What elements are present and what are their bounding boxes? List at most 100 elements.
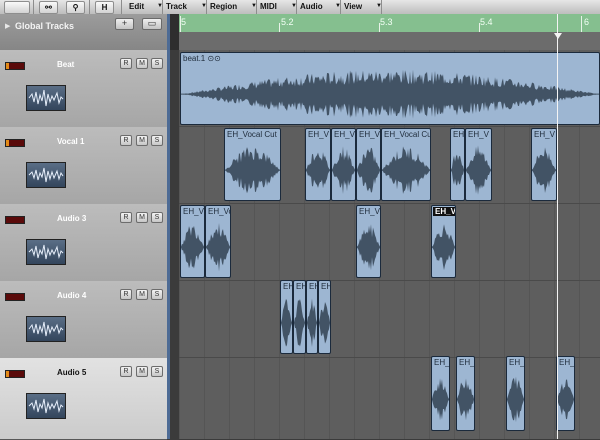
track-name[interactable]: Beat [57, 60, 74, 69]
audio-region[interactable]: EH [280, 280, 293, 354]
region-waveform [532, 147, 556, 194]
view-menu-label: View [344, 2, 363, 11]
region-title: EH_ [559, 358, 575, 367]
track-name[interactable]: Vocal 1 [57, 137, 84, 146]
solo-button[interactable]: S [151, 135, 163, 146]
solo-button[interactable]: S [151, 58, 163, 69]
region-waveform [382, 146, 430, 194]
region-waveform [451, 154, 464, 186]
waveform-icon [26, 393, 66, 419]
audio-region[interactable]: EH_ [431, 356, 450, 431]
view-menu[interactable]: View ▼ [341, 1, 384, 12]
running-man-icon[interactable]: ⚲ [66, 1, 85, 14]
region-title: EH_V [334, 130, 355, 139]
region-menu-label: Region [210, 2, 238, 11]
audio-region[interactable]: EH_V [465, 128, 492, 201]
audio-region[interactable]: EH_Vo [205, 205, 231, 278]
level-meter [5, 370, 25, 378]
level-meter [5, 293, 25, 301]
ruler-bar-label: 5.4 [480, 17, 493, 27]
mute-button[interactable]: M [136, 58, 148, 69]
record-enable-button[interactable]: R [120, 135, 132, 146]
audio-region[interactable]: EH_V [356, 205, 381, 278]
add-folder-button[interactable]: ▭ [142, 18, 162, 30]
waveform-icon [26, 316, 66, 342]
arrange-area[interactable]: beat.1 ⊙⊙ EH_Vocal Cut EH_V EH_V EH_V EH… [179, 50, 600, 439]
playhead-handle-icon[interactable] [554, 33, 562, 39]
arrange-toolbar: ⚯ ⚲ H Edit ▼ Track ▼ Region ▼ MIDI ▼ Audio ▼ … [0, 0, 600, 15]
region-waveform [306, 152, 330, 189]
track-name[interactable]: Audio 5 [57, 368, 86, 377]
mute-button[interactable]: M [136, 212, 148, 223]
region-waveform [319, 301, 330, 344]
midi-menu-label: MIDI [260, 2, 277, 11]
ruler-bar-label: 6 [584, 17, 590, 27]
region-title: EH_V [308, 130, 329, 139]
audio-region[interactable]: EH_V [356, 128, 381, 201]
audio-region[interactable]: EH_ [556, 356, 575, 431]
link-icon[interactable]: ⚯ [39, 1, 58, 14]
audio-menu-label: Audio [300, 2, 323, 11]
audio-region[interactable]: EH_V [180, 205, 205, 278]
record-enable-button[interactable]: R [120, 366, 132, 377]
audio-region[interactable]: EH_V [531, 128, 557, 201]
track-header-audio-3[interactable]: Audio 3 R M S [0, 204, 167, 282]
solo-button[interactable]: S [151, 289, 163, 300]
midi-menu[interactable]: MIDI ▼ [257, 1, 299, 12]
track-name[interactable]: Audio 4 [57, 291, 86, 300]
ruler-bar-label: 5.2 [281, 17, 294, 27]
region-title: EH_V [183, 207, 204, 216]
region-title: EH_ [509, 358, 525, 367]
audio-region[interactable]: EH_ [506, 356, 525, 431]
audio-region[interactable]: EH [318, 280, 331, 354]
audio-region[interactable]: EH [450, 128, 465, 201]
toolbar-left-button[interactable] [4, 1, 30, 14]
track-name[interactable]: Audio 3 [57, 214, 86, 223]
audio-region[interactable]: EH [293, 280, 306, 354]
mute-button[interactable]: M [136, 366, 148, 377]
global-tracks-label[interactable]: Global Tracks [15, 21, 74, 31]
region-title: EH_ [459, 358, 475, 367]
edit-menu[interactable]: Edit ▼ [126, 1, 165, 12]
ruler-bar-label: 5.3 [380, 17, 393, 27]
track-header-beat[interactable]: Beat R M S [0, 50, 167, 128]
track-menu[interactable]: Track ▼ [163, 1, 209, 12]
waveform-icon [26, 239, 66, 265]
region-title: EH_Vo [208, 207, 231, 216]
region-waveform [225, 147, 280, 194]
region-menu[interactable]: Region ▼ [207, 1, 259, 12]
track-header-vocal-1[interactable]: Vocal 1 R M S [0, 127, 167, 205]
audio-region[interactable]: EH_Vocal Cu [381, 128, 431, 201]
track-header-audio-5[interactable]: Audio 5 R M S [0, 358, 167, 440]
solo-button[interactable]: S [151, 212, 163, 223]
audio-region-selected[interactable]: EH_V [431, 205, 456, 278]
waveform-icon [26, 85, 66, 111]
track-header-audio-4[interactable]: Audio 4 R M S [0, 281, 167, 359]
record-enable-button[interactable]: R [120, 58, 132, 69]
mute-button[interactable]: M [136, 289, 148, 300]
region-title: EH_V [359, 130, 380, 139]
add-track-button[interactable]: + [115, 18, 134, 30]
record-enable-button[interactable]: R [120, 212, 132, 223]
solo-button[interactable]: S [151, 366, 163, 377]
audio-region[interactable]: EH_V [305, 128, 331, 201]
region-waveform [507, 376, 524, 423]
record-enable-button[interactable]: R [120, 289, 132, 300]
region-waveform [206, 222, 230, 272]
region-title: EH_Vocal Cu [384, 130, 431, 139]
disclosure-triangle-icon[interactable]: ▶ [5, 22, 10, 30]
bar-ruler[interactable]: 5 5.2 5.3 5.4 6 [179, 14, 600, 50]
audio-region[interactable]: EH_Vocal Cut [224, 128, 281, 201]
region-waveform [181, 225, 204, 269]
hide-button[interactable]: H [95, 1, 114, 14]
playhead[interactable] [557, 14, 558, 439]
region-waveform [181, 69, 599, 119]
mute-button[interactable]: M [136, 135, 148, 146]
region-waveform [457, 378, 474, 421]
track-list-divider[interactable] [167, 14, 170, 439]
audio-region[interactable]: EH_V [331, 128, 356, 201]
audio-region[interactable]: beat.1 ⊙⊙ [180, 52, 600, 125]
audio-region[interactable]: EH_ [456, 356, 475, 431]
audio-menu[interactable]: Audio ▼ [297, 1, 343, 12]
audio-region[interactable]: EH [306, 280, 318, 354]
